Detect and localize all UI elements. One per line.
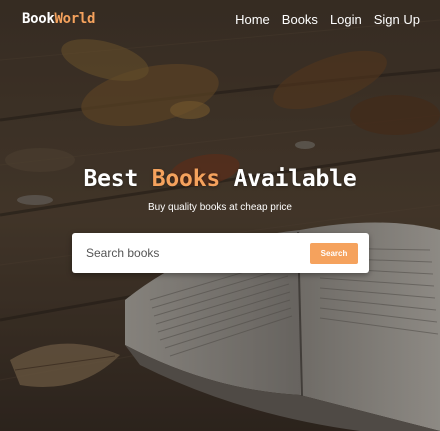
search-input[interactable] bbox=[86, 243, 296, 263]
nav-links: Home Books Login Sign Up bbox=[235, 12, 420, 27]
headline-part1: Best bbox=[83, 166, 152, 192]
nav-item-signup[interactable]: Sign Up bbox=[374, 12, 420, 27]
search-box: Search bbox=[72, 233, 369, 273]
headline-accent: Books bbox=[151, 166, 220, 192]
nav-item-books[interactable]: Books bbox=[282, 12, 318, 27]
nav-item-login[interactable]: Login bbox=[330, 12, 362, 27]
brand-name-part2: World bbox=[54, 11, 96, 27]
search-button[interactable]: Search bbox=[310, 243, 358, 264]
hero-section: BookWorld Home Books Login Sign Up Best … bbox=[0, 0, 440, 431]
navbar: BookWorld Home Books Login Sign Up bbox=[0, 0, 440, 40]
nav-item-home[interactable]: Home bbox=[235, 12, 270, 27]
headline-part2: Available bbox=[220, 166, 357, 192]
brand-name-part1: Book bbox=[22, 11, 55, 27]
hero-headline: Best Books Available bbox=[0, 166, 440, 192]
brand-logo[interactable]: BookWorld bbox=[22, 11, 95, 27]
hero-subtitle: Buy quality books at cheap price bbox=[148, 202, 292, 213]
dark-overlay bbox=[0, 0, 440, 431]
